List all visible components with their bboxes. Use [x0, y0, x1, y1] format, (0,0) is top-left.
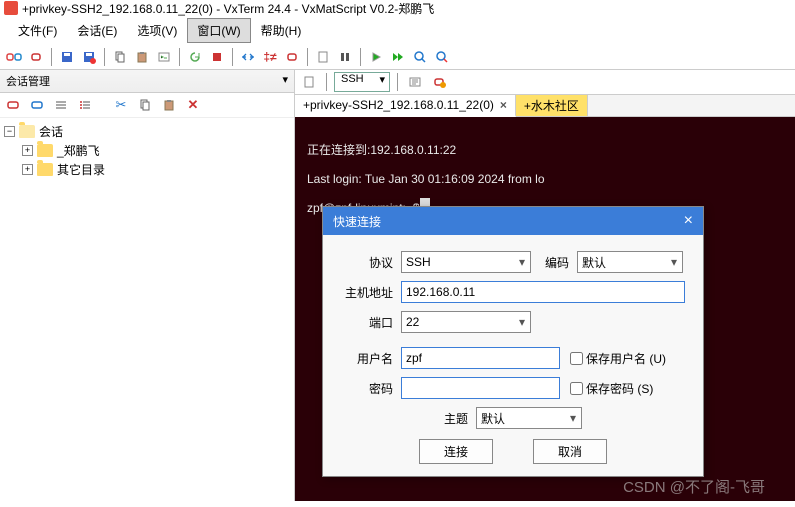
menu-window[interactable]: 窗口(W)	[187, 18, 250, 43]
arrows-icon[interactable]	[238, 47, 258, 67]
tree-item-label: _郑鹏飞	[57, 142, 100, 159]
toolbar-separator	[397, 73, 398, 91]
app-icon	[4, 1, 18, 15]
stop-icon[interactable]	[207, 47, 227, 67]
toolbar-separator	[326, 73, 327, 91]
search-icon[interactable]	[410, 47, 430, 67]
session-tree: − 会话 + _郑鹏飞 + 其它目录	[0, 118, 294, 183]
pause-icon[interactable]	[335, 47, 355, 67]
play-icon[interactable]	[366, 47, 386, 67]
notequal-icon[interactable]: ‡≠	[260, 47, 280, 67]
encoding-select[interactable]: 默认	[577, 251, 683, 273]
cancel-button[interactable]: 取消	[533, 439, 607, 464]
save-pass-label: 保存密码 (S)	[586, 380, 653, 397]
expand-icon[interactable]: +	[22, 164, 33, 175]
collapse-icon[interactable]: −	[4, 126, 15, 137]
tree-item-label: 其它目录	[57, 161, 105, 178]
tree-item[interactable]: + _郑鹏飞	[22, 141, 290, 160]
toolbar-separator	[104, 48, 105, 66]
tab-other[interactable]: +水木社区	[516, 95, 588, 116]
dialog-body: 协议 SSH 编码 默认 主机地址 端口 22 用户名 保存用户名 (U) 密码…	[323, 235, 703, 476]
paste2-icon[interactable]	[160, 96, 178, 114]
menu-options[interactable]: 选项(V)	[127, 18, 187, 43]
pass-label: 密码	[339, 380, 401, 397]
links-icon[interactable]	[4, 47, 24, 67]
refresh-icon[interactable]	[185, 47, 205, 67]
proto-label: 协议	[339, 254, 401, 271]
doc-icon[interactable]	[299, 72, 319, 92]
content-toolbar: SSH	[295, 70, 795, 95]
cut-icon[interactable]: ✂	[112, 96, 130, 114]
toolbar-separator	[179, 48, 180, 66]
save-user-label: 保存用户名 (U)	[586, 350, 666, 367]
window-title: +privkey-SSH2_192.168.0.11_22(0) - VxTer…	[22, 0, 434, 17]
folder-icon	[37, 163, 53, 176]
tab-active[interactable]: +privkey-SSH2_192.168.0.11_22(0) ×	[295, 95, 516, 117]
props-icon[interactable]	[405, 72, 425, 92]
copy2-icon[interactable]	[136, 96, 154, 114]
folder-open-icon	[19, 125, 35, 138]
save-red-icon[interactable]	[79, 47, 99, 67]
user-input[interactable]	[401, 347, 560, 369]
tabstrip: +privkey-SSH2_192.168.0.11_22(0) × +水木社区	[295, 95, 795, 117]
pass-input[interactable]	[401, 377, 560, 399]
dialog-titlebar[interactable]: 快速连接 ×	[323, 207, 703, 235]
main-toolbar: ‡≠	[0, 45, 795, 70]
tree-root-label: 会话	[39, 123, 63, 140]
user-label: 用户名	[339, 350, 401, 367]
menubar: 文件(F) 会话(E) 选项(V) 窗口(W) 帮助(H)	[0, 16, 795, 45]
list-lines-icon[interactable]	[52, 96, 70, 114]
script-icon[interactable]	[154, 47, 174, 67]
expand-icon[interactable]: +	[22, 145, 33, 156]
folder-icon	[37, 144, 53, 157]
port-label: 端口	[339, 314, 401, 331]
window-titlebar: +privkey-SSH2_192.168.0.11_22(0) - VxTer…	[0, 0, 795, 16]
link-icon[interactable]	[26, 47, 46, 67]
playall-icon[interactable]	[388, 47, 408, 67]
save-icon[interactable]	[57, 47, 77, 67]
tool-icon[interactable]	[429, 72, 449, 92]
replace-icon[interactable]	[432, 47, 452, 67]
link-blue-icon[interactable]	[28, 96, 46, 114]
toolbar-separator	[232, 48, 233, 66]
toolbar-separator	[307, 48, 308, 66]
new-icon[interactable]	[313, 47, 333, 67]
list-dots-icon[interactable]	[76, 96, 94, 114]
close-icon[interactable]: ×	[500, 98, 507, 112]
dialog-title: 快速连接	[333, 213, 381, 230]
tab-label: +privkey-SSH2_192.168.0.11_22(0)	[303, 98, 494, 112]
protocol-select[interactable]: SSH	[334, 72, 390, 92]
close-icon[interactable]: ×	[684, 212, 693, 230]
save-pass-checkbox[interactable]	[570, 382, 583, 395]
tree-item[interactable]: + 其它目录	[22, 160, 290, 179]
sidebar-title[interactable]: 会话管理	[0, 70, 294, 93]
menu-help[interactable]: 帮助(H)	[251, 18, 312, 43]
save-user-checkbox[interactable]	[570, 352, 583, 365]
link-red-icon[interactable]	[4, 96, 22, 114]
proto-select[interactable]: SSH	[401, 251, 531, 273]
port-select[interactable]: 22	[401, 311, 531, 333]
copy-icon[interactable]	[110, 47, 130, 67]
connect-button[interactable]: 连接	[419, 439, 493, 464]
menu-session[interactable]: 会话(E)	[67, 18, 127, 43]
terminal-line: 正在连接到:192.168.0.11:22	[307, 143, 456, 157]
host-input[interactable]	[401, 281, 685, 303]
link2-icon[interactable]	[282, 47, 302, 67]
host-label: 主机地址	[339, 284, 401, 301]
tree-root[interactable]: − 会话	[4, 122, 290, 141]
menu-file[interactable]: 文件(F)	[8, 18, 67, 43]
quick-connect-dialog: 快速连接 × 协议 SSH 编码 默认 主机地址 端口 22 用户名 保存用户名…	[322, 206, 704, 477]
tab-label: +水木社区	[524, 97, 579, 114]
terminal-line: Last login: Tue Jan 30 01:16:09 2024 fro…	[307, 172, 545, 186]
sidebar: 会话管理 ✂ ✕ − 会话 + _郑鹏飞 +	[0, 70, 295, 501]
toolbar-separator	[51, 48, 52, 66]
sidebar-toolbar: ✂ ✕	[0, 93, 294, 118]
theme-select[interactable]: 默认	[476, 407, 582, 429]
delete-icon[interactable]: ✕	[184, 96, 202, 114]
toolbar-separator	[360, 48, 361, 66]
paste-icon[interactable]	[132, 47, 152, 67]
theme-label: 主题	[444, 410, 476, 427]
encoding-label: 编码	[531, 254, 577, 271]
